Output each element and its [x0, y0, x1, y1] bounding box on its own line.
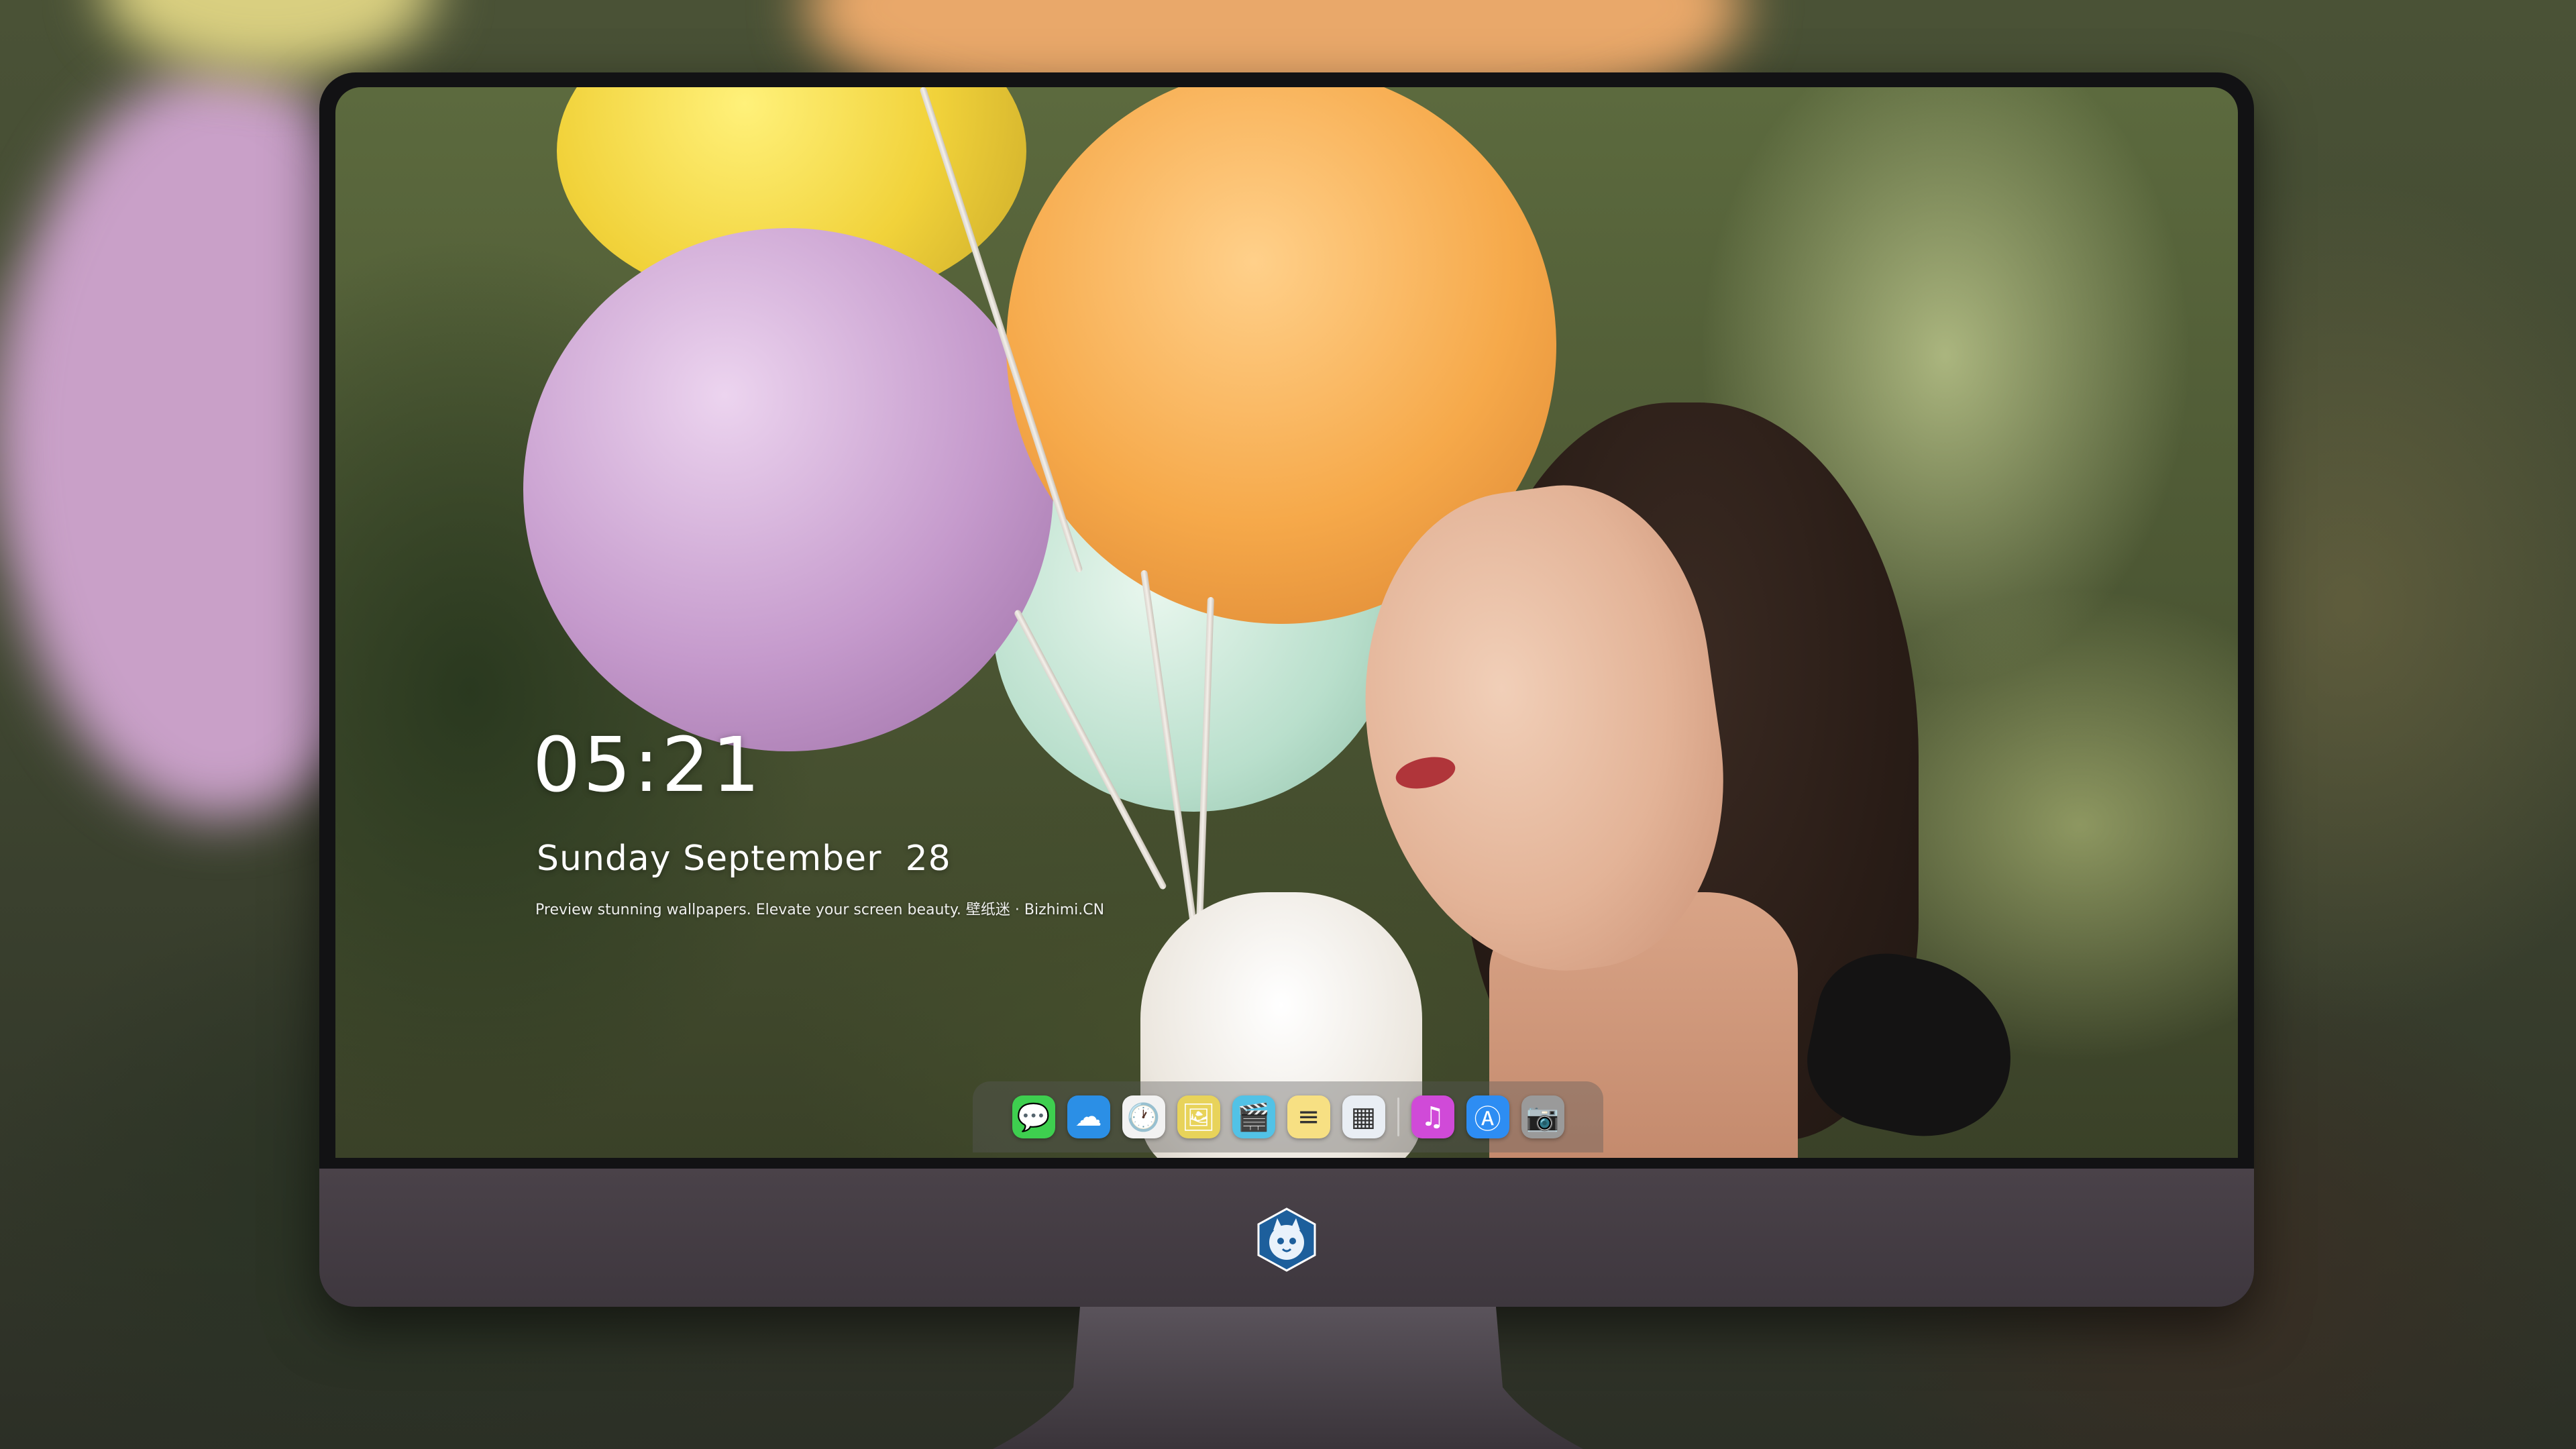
date-label: Sunday September 28 — [537, 839, 951, 879]
app-store-icon[interactable]: Ⓐ — [1466, 1095, 1509, 1138]
monitor-stand — [993, 1307, 1583, 1449]
lock-screen: 05:21 Sunday September 28 Preview stunni… — [335, 87, 2238, 1158]
dock: 💬 ☁ 🕐 🖼 🎬 ≡ ▦ ♫ Ⓐ 📷 — [973, 1081, 1603, 1152]
wallpaper-caption: Preview stunning wallpapers. Elevate you… — [535, 902, 1105, 918]
camera-icon[interactable]: 📷 — [1521, 1095, 1564, 1138]
notes-icon[interactable]: ≡ — [1287, 1095, 1330, 1138]
photo-booth-icon[interactable]: ▦ — [1342, 1095, 1385, 1138]
clock-icon[interactable]: 🕐 — [1122, 1095, 1165, 1138]
preview-icon[interactable]: 🖼 — [1177, 1095, 1220, 1138]
monitor: 05:21 Sunday September 28 Preview stunni… — [319, 72, 2254, 1307]
purple-balloon — [523, 228, 1053, 751]
backdrop-yellow-balloon — [101, 0, 436, 74]
clips-icon[interactable]: 🎬 — [1232, 1095, 1275, 1138]
monitor-chin — [319, 1169, 2254, 1307]
music-icon[interactable]: ♫ — [1411, 1095, 1454, 1138]
clock-time: 05:21 — [533, 722, 763, 809]
messages-icon[interactable]: 💬 — [1012, 1095, 1055, 1138]
cat-logo-icon — [1257, 1208, 1316, 1272]
weather-icon[interactable]: ☁ — [1067, 1095, 1110, 1138]
dock-separator — [1397, 1097, 1399, 1136]
